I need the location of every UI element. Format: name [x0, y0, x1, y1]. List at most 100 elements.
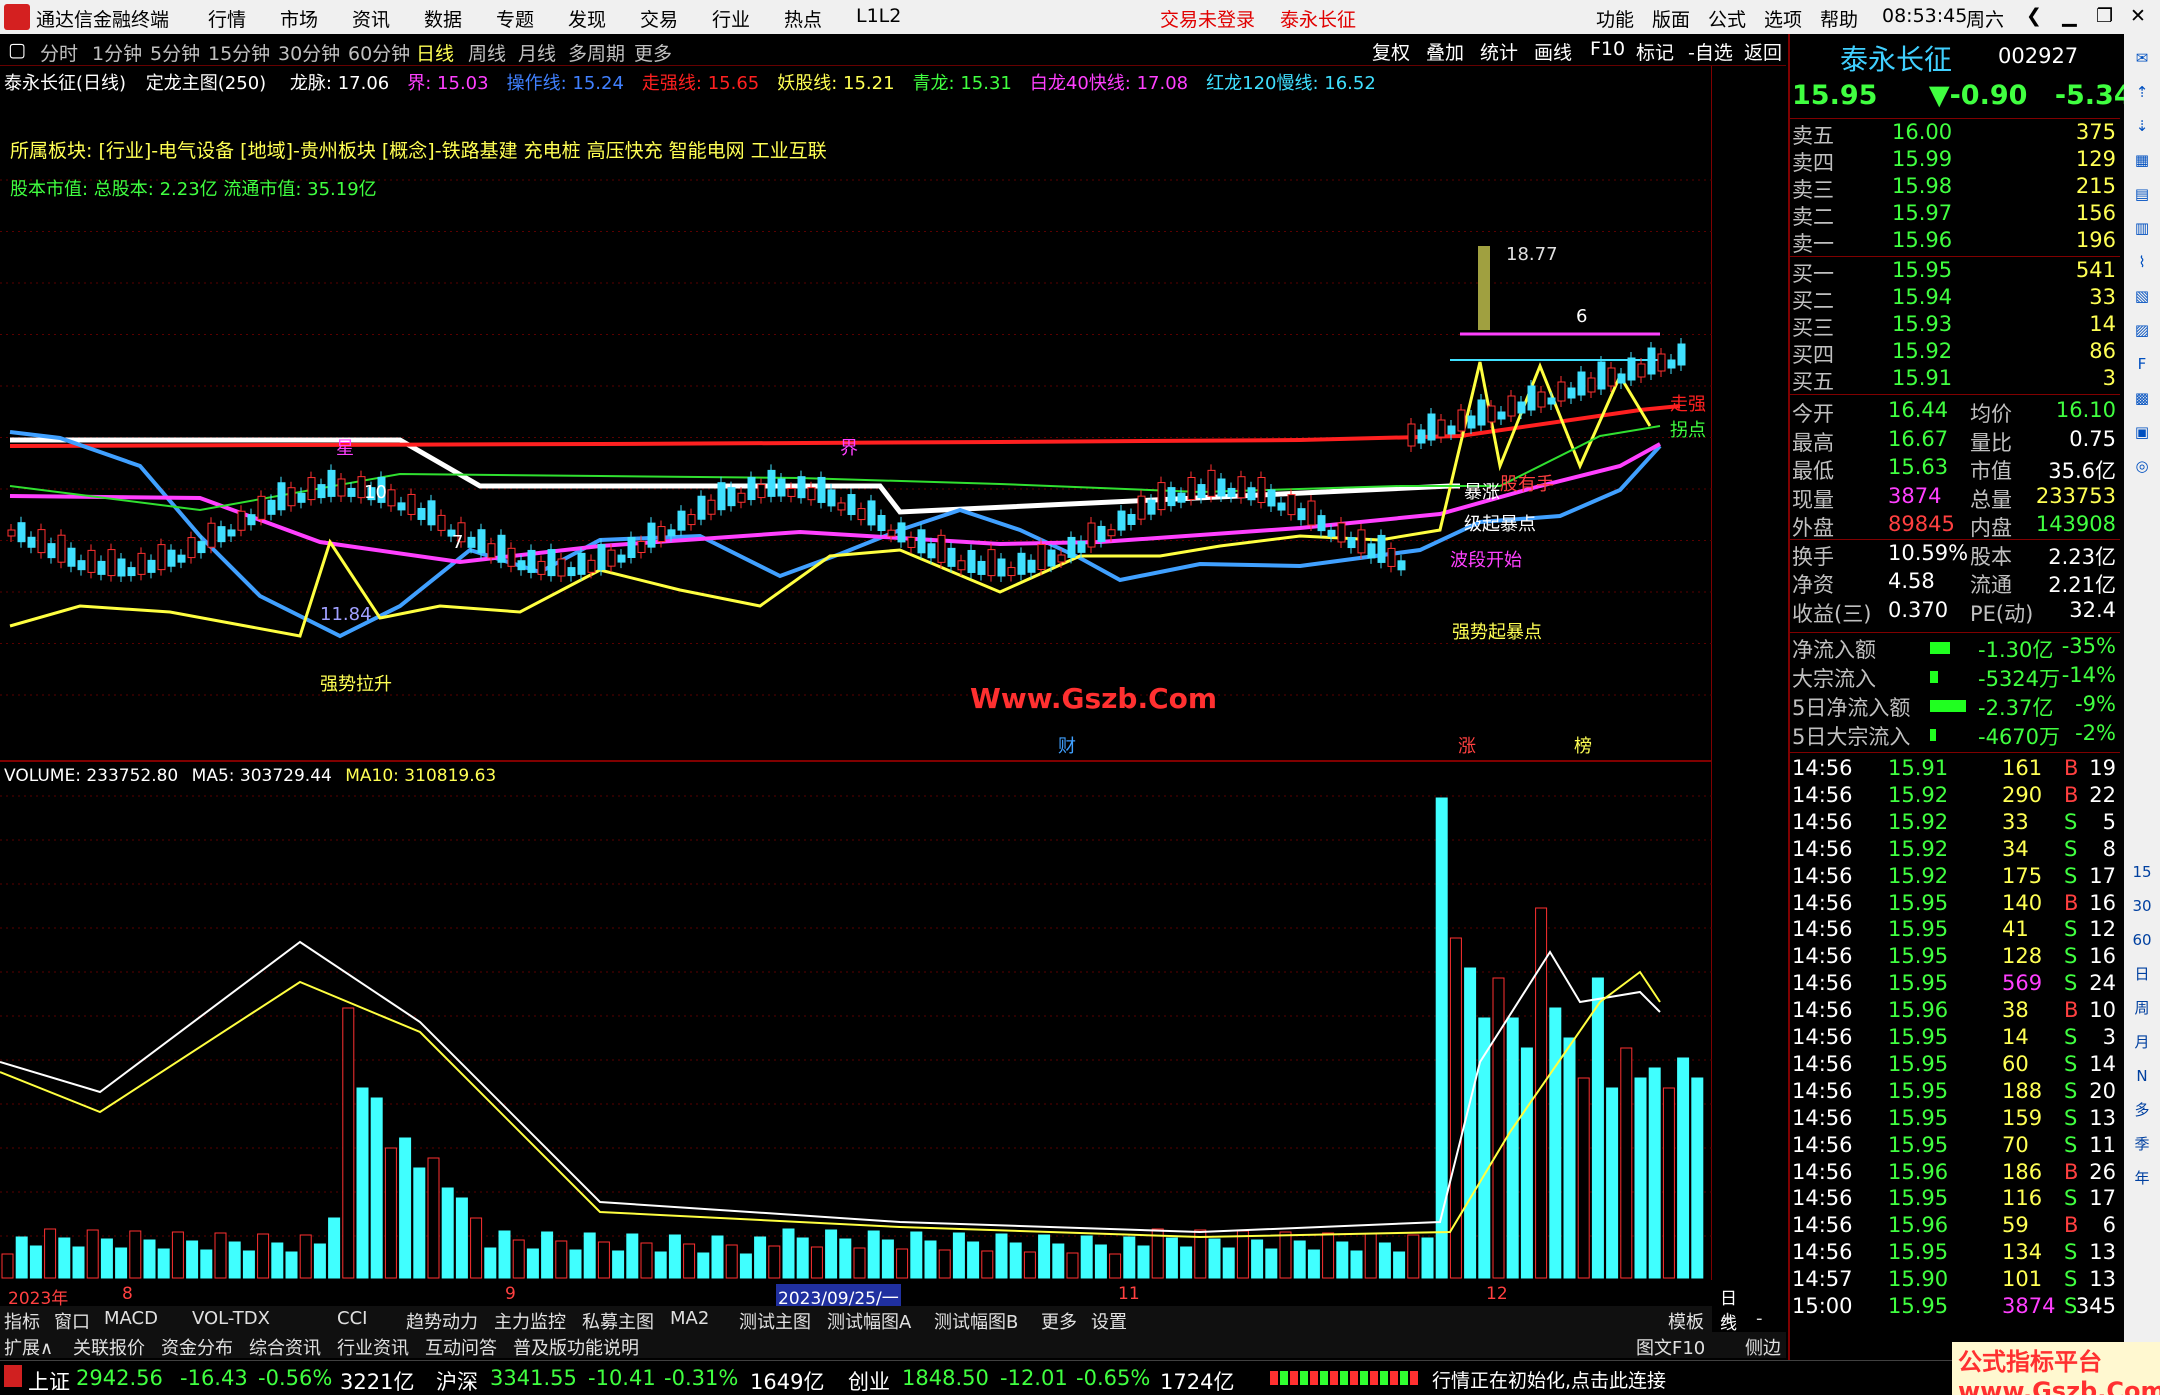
period-tab-30min[interactable]: 30分钟 — [278, 39, 340, 66]
stat-row[interactable]: 外盘 89845 内盘 143908 — [1792, 512, 2120, 540]
stat-row[interactable]: 换手 10.59% 股本 2.23亿 — [1792, 541, 2120, 569]
index-cy-name[interactable]: 创业 — [848, 1366, 890, 1395]
side-tool-icon[interactable]: F — [2130, 352, 2154, 376]
bid-row[interactable]: 买二 15.94 33 — [1792, 285, 2120, 313]
menu-layout[interactable]: 版面 — [1652, 5, 1690, 32]
tick-row[interactable]: 14:57 15.90 101 S 13 — [1792, 1267, 2120, 1294]
indicator-tab-9[interactable]: 测试主图 — [739, 1308, 811, 1334]
tick-row[interactable]: 14:56 15.95 116 S 17 — [1792, 1186, 2120, 1213]
side-tool-icon[interactable]: ▦ — [2130, 148, 2154, 172]
menu-hot[interactable]: 热点 — [784, 5, 822, 32]
flow-row[interactable]: 净流入额 -1.30亿 -35% — [1792, 634, 2120, 662]
side-period-button[interactable]: 月 — [2130, 1030, 2154, 1054]
side-period-button[interactable]: 60 — [2130, 928, 2154, 952]
ask-row[interactable]: 卖四 15.99 129 — [1792, 147, 2120, 175]
stat-row[interactable]: 最高 16.67 量比 0.75 — [1792, 427, 2120, 455]
ask-row[interactable]: 卖三 15.98 215 — [1792, 174, 2120, 202]
tool-back[interactable]: 返回 — [1744, 38, 1782, 65]
index-sh-name[interactable]: 上证 — [28, 1366, 70, 1395]
volume-chart[interactable]: 5500050000450004000035000300002500020000… — [0, 762, 1712, 1280]
tick-row[interactable]: 14:56 15.95 159 S 13 — [1792, 1106, 2120, 1133]
close-icon[interactable]: ✕ — [2130, 5, 2146, 27]
bid-row[interactable]: 买三 15.93 14 — [1792, 312, 2120, 340]
period-tab-more[interactable]: 更多 — [634, 39, 672, 66]
side-tool-icon[interactable]: ▥ — [2130, 216, 2154, 240]
tick-row[interactable]: 14:56 15.96 38 B 10 — [1792, 998, 2120, 1025]
flow-row[interactable]: 大宗流入 -5324万 -14% — [1792, 663, 2120, 691]
side-period-button[interactable]: 季 — [2130, 1132, 2154, 1156]
tool-f10[interactable]: F10 — [1590, 38, 1625, 60]
menu-industry[interactable]: 行业 — [712, 5, 750, 32]
tick-row[interactable]: 14:56 15.95 70 S 11 — [1792, 1133, 2120, 1160]
menu-trade[interactable]: 交易 — [640, 5, 678, 32]
indicator-tab-11[interactable]: 测试幅图B — [934, 1308, 1018, 1334]
indicator-tab-10[interactable]: 测试幅图A — [827, 1308, 911, 1334]
ask-row[interactable]: 卖一 15.96 196 — [1792, 228, 2120, 256]
side-period-button[interactable]: N — [2130, 1064, 2154, 1088]
tick-row[interactable]: 14:56 15.96 186 B 26 — [1792, 1160, 2120, 1187]
side-tool-icon[interactable]: ⇣ — [2130, 114, 2154, 138]
period-tab-1min[interactable]: 1分钟 — [92, 39, 142, 66]
extension-tab-6[interactable]: 普及版功能说明 — [513, 1334, 639, 1360]
bid-row[interactable]: 买五 15.91 3 — [1792, 366, 2120, 394]
extension-tab-3[interactable]: 综合资讯 — [249, 1334, 321, 1360]
period-tab-monthly[interactable]: 月线 — [518, 39, 556, 66]
period-tab-60min[interactable]: 60分钟 — [348, 39, 410, 66]
ask-row[interactable]: 卖五 16.00 375 — [1792, 120, 2120, 148]
stat-row[interactable]: 净资 4.58 流通 2.21亿 — [1792, 569, 2120, 597]
indicator-tab-0[interactable]: 指标 — [4, 1308, 40, 1334]
period-tab-multi[interactable]: 多周期 — [568, 39, 625, 66]
extension-tab-5[interactable]: 互动问答 — [425, 1334, 497, 1360]
side-period-button[interactable]: 多 — [2130, 1098, 2154, 1122]
side-tool-icon[interactable]: ▨ — [2130, 318, 2154, 342]
indicator-tab-7[interactable]: 私募主图 — [582, 1308, 654, 1334]
indicator-tab-right-2[interactable]: - — [1756, 1308, 1763, 1329]
tick-row[interactable]: 14:56 15.92 34 S 8 — [1792, 837, 2120, 864]
extension-tab-0[interactable]: 扩展∧ — [4, 1334, 53, 1360]
tick-row[interactable]: 14:56 15.96 59 B 6 — [1792, 1213, 2120, 1240]
bid-row[interactable]: 买一 15.95 541 — [1792, 258, 2120, 286]
indicator-tab-6[interactable]: 主力监控 — [494, 1308, 566, 1334]
indicator-tab-3[interactable]: VOL-TDX — [192, 1308, 270, 1329]
tick-row[interactable]: 14:56 15.95 128 S 16 — [1792, 944, 2120, 971]
extension-tab-right-0[interactable]: 图文F10 — [1636, 1334, 1705, 1360]
tick-row[interactable]: 14:56 15.95 140 B 16 — [1792, 891, 2120, 918]
tool-mark[interactable]: 标记 — [1636, 38, 1674, 65]
tick-row[interactable]: 15:00 15.95 3874 S 345 — [1792, 1294, 2120, 1321]
menu-market-quote[interactable]: 行情 — [208, 5, 246, 32]
period-tab-15min[interactable]: 15分钟 — [208, 39, 270, 66]
tick-row[interactable]: 14:56 15.95 14 S 3 — [1792, 1025, 2120, 1052]
flow-row[interactable]: 5日大宗流入 -4670万 -2% — [1792, 721, 2120, 749]
kline-main-chart[interactable]: 20.0019.0018.0017.0016.0015.0014.0013.00… — [0, 66, 1712, 762]
side-tool-icon[interactable]: ▧ — [2130, 284, 2154, 308]
tick-row[interactable]: 14:56 15.92 175 S 17 — [1792, 864, 2120, 891]
menu-l1l2[interactable]: L1L2 — [856, 5, 901, 27]
tick-row[interactable]: 14:56 15.92 290 B 22 — [1792, 783, 2120, 810]
menu-formula[interactable]: 公式 — [1708, 5, 1746, 32]
extension-tab-4[interactable]: 行业资讯 — [337, 1334, 409, 1360]
restore-icon[interactable]: ❐ — [2096, 5, 2113, 27]
period-tab-daily[interactable]: 日线 — [416, 39, 454, 66]
status-message[interactable]: 行情正在初始化,点击此连接 — [1432, 1366, 1666, 1393]
stat-row[interactable]: 收益(三) 0.370 PE(动) 32.4 — [1792, 598, 2120, 626]
side-period-button[interactable]: 30 — [2130, 894, 2154, 918]
side-tool-icon[interactable]: ⇡ — [2130, 80, 2154, 104]
menu-help[interactable]: 帮助 — [1820, 5, 1858, 32]
menu-data[interactable]: 数据 — [424, 5, 462, 32]
tool-watchlist[interactable]: -自选 — [1688, 38, 1733, 65]
tick-row[interactable]: 14:56 15.95 188 S 20 — [1792, 1079, 2120, 1106]
indicator-tab-1[interactable]: 窗口 — [54, 1308, 90, 1334]
tool-fuquan[interactable]: 复权 — [1372, 38, 1410, 65]
side-tool-icon[interactable]: ⌇ — [2130, 250, 2154, 274]
indicator-tab-4[interactable]: CCI — [337, 1308, 367, 1329]
login-status[interactable]: 交易未登录 — [1160, 5, 1255, 32]
period-tab-5min[interactable]: 5分钟 — [150, 39, 200, 66]
side-tool-icon[interactable]: ▩ — [2130, 386, 2154, 410]
side-period-button[interactable]: 年 — [2130, 1166, 2154, 1190]
bid-row[interactable]: 买四 15.92 86 — [1792, 339, 2120, 367]
indicator-tab-13[interactable]: 设置 — [1091, 1308, 1127, 1334]
menu-market[interactable]: 市场 — [280, 5, 318, 32]
menu-options[interactable]: 选项 — [1764, 5, 1802, 32]
tick-row[interactable]: 14:56 15.95 41 S 12 — [1792, 917, 2120, 944]
side-tool-icon[interactable]: ✉ — [2130, 46, 2154, 70]
